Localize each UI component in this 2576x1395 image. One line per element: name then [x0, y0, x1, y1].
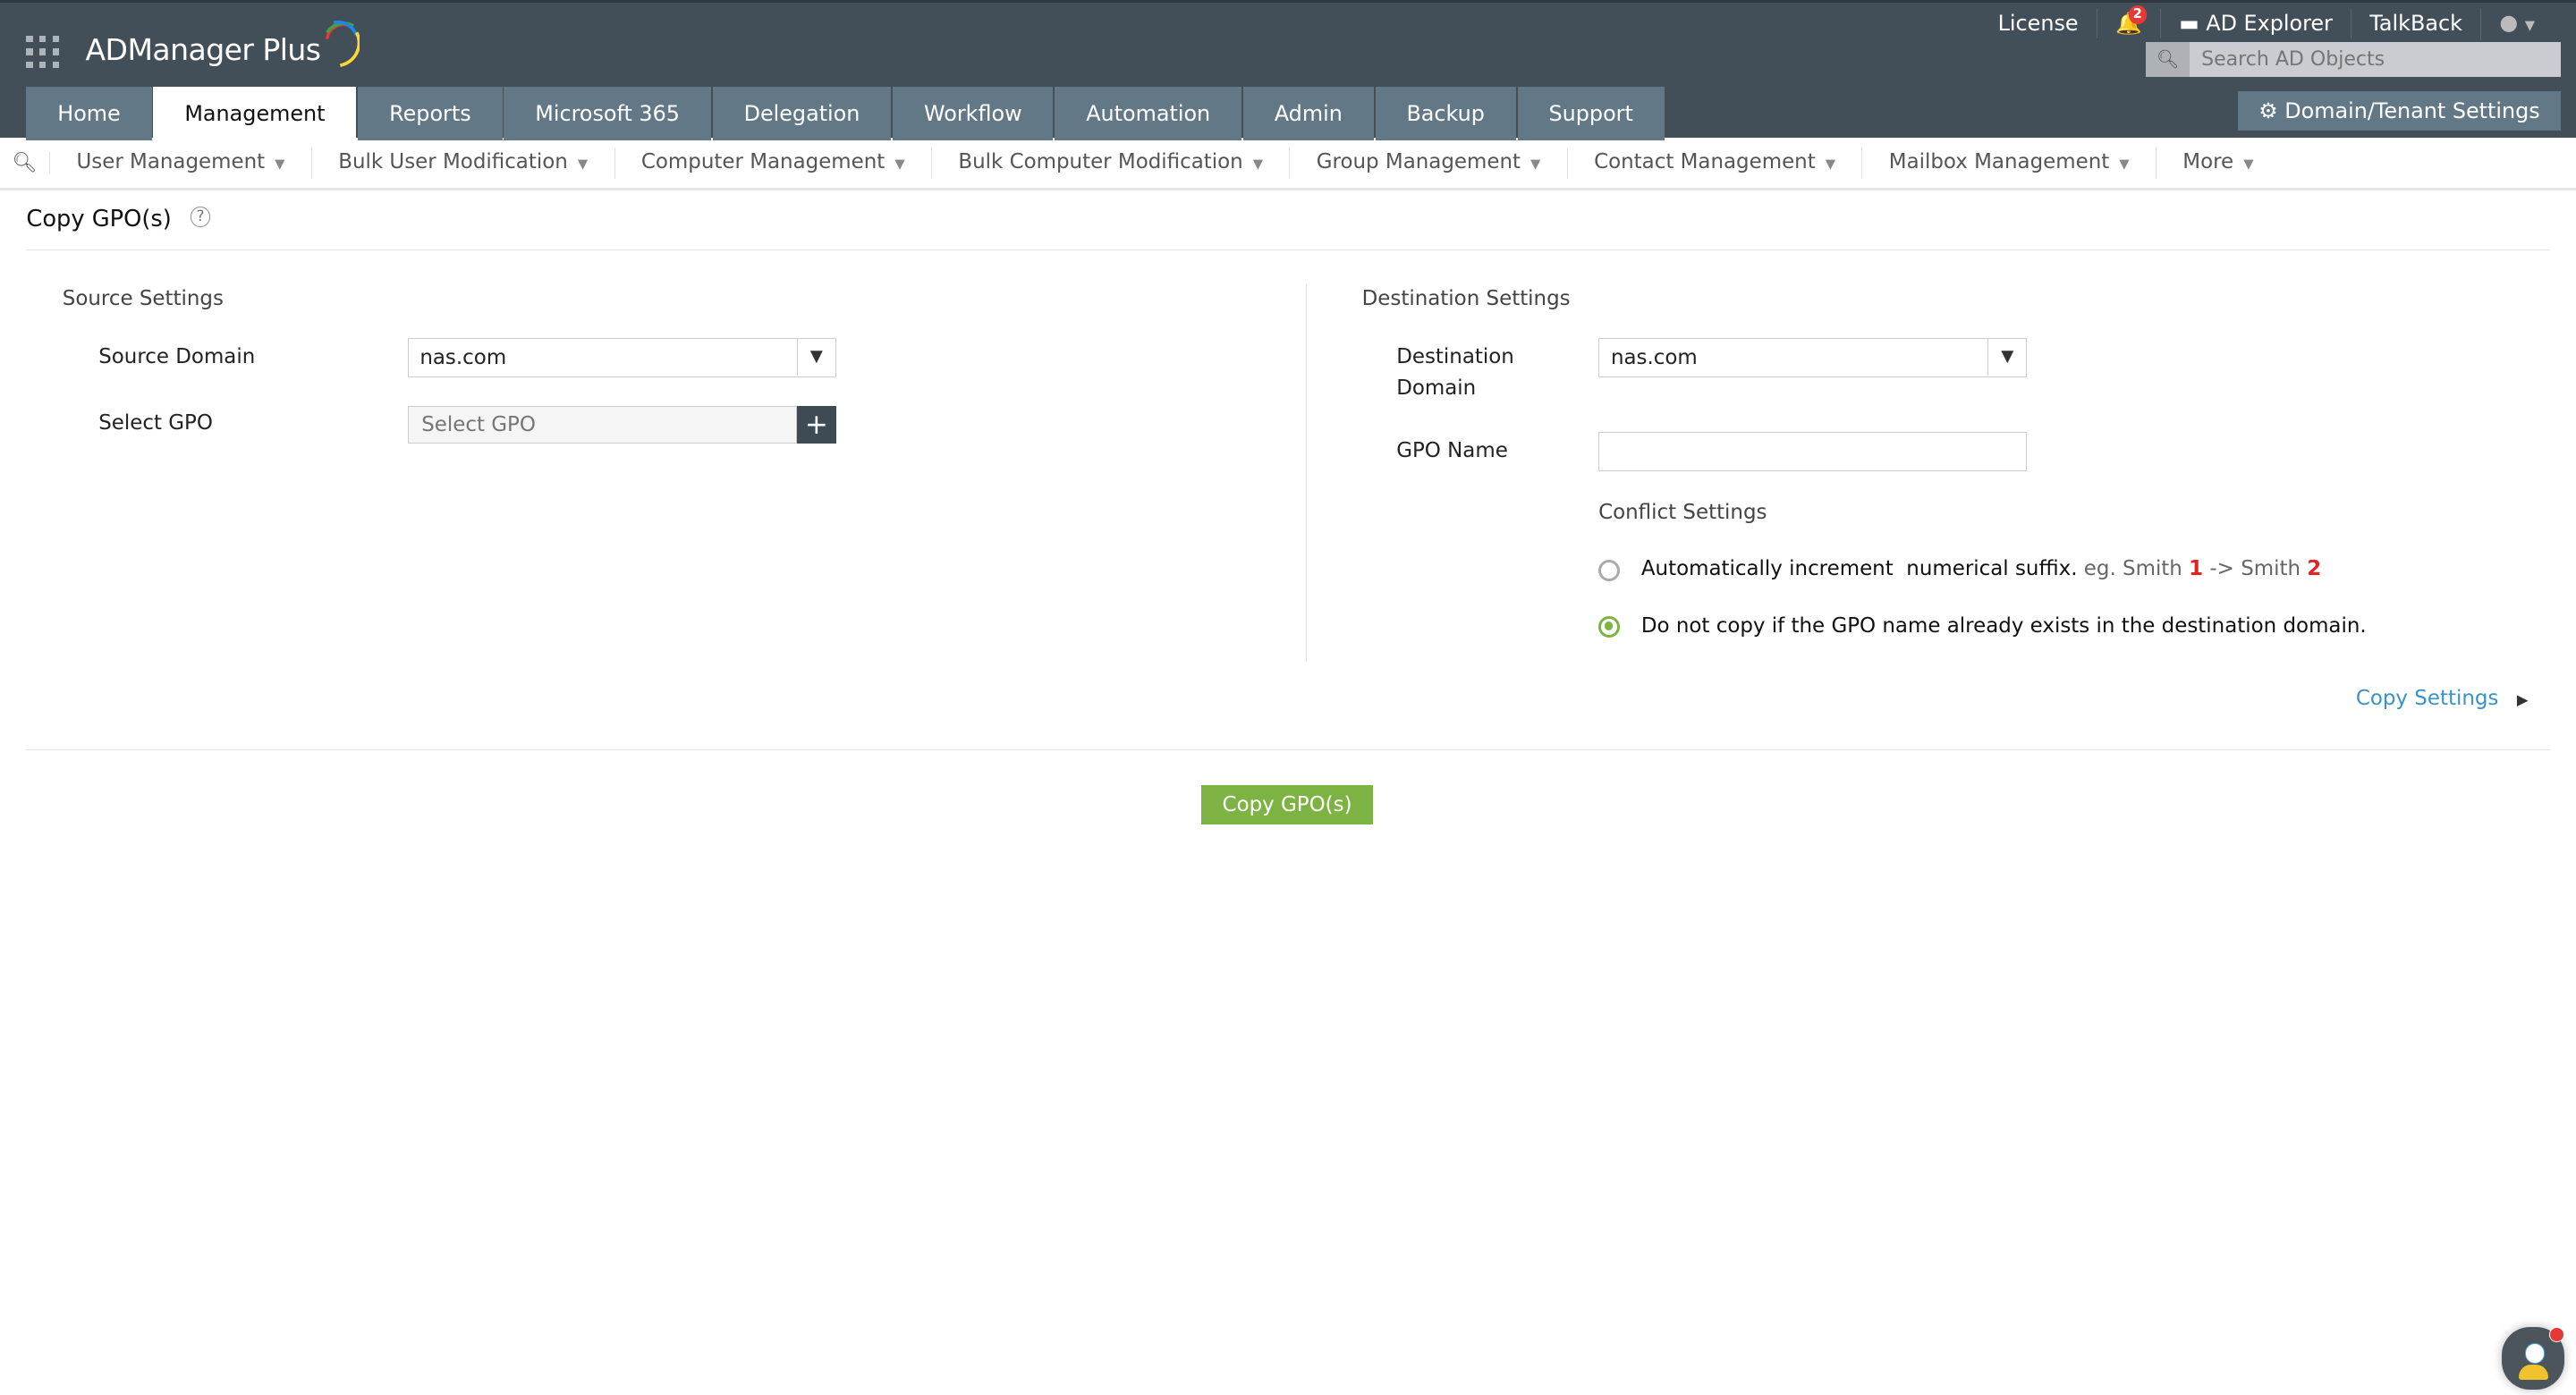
divider — [26, 748, 2550, 750]
gpo-name-input[interactable] — [1598, 432, 2028, 472]
user-icon: ● — [2499, 9, 2519, 35]
caret-down-icon: ▼ — [275, 156, 285, 172]
tab-automation[interactable]: Automation — [1055, 86, 1242, 141]
gpo-name-label: GPO Name — [1396, 438, 1508, 462]
caret-down-icon: ▼ — [577, 156, 589, 172]
menu-search-icon[interactable]: 🔍︎ — [0, 151, 51, 174]
notifications-bell-icon[interactable]: 🔔 2 — [2096, 5, 2160, 39]
destination-settings-heading: Destination Settings — [1361, 287, 1571, 311]
source-domain-select[interactable]: nas.com ▼ — [407, 338, 836, 378]
caret-down-icon: ▼ — [1252, 156, 1264, 172]
subnav-group-management[interactable]: Group Management ▼ — [1290, 147, 1568, 179]
help-icon[interactable]: ? — [191, 207, 211, 227]
copy-settings-link[interactable]: Copy Settings — [2356, 687, 2499, 710]
tab-workflow[interactable]: Workflow — [893, 86, 1054, 141]
auto-increment-label[interactable]: Automatically increment numerical suffix… — [1641, 557, 2321, 580]
domain-tenant-settings-button[interactable]: ⚙ Domain/Tenant Settings — [2237, 91, 2562, 131]
support-agent-body — [2518, 1365, 2548, 1380]
search-input[interactable] — [2190, 46, 2534, 72]
conflict-settings-heading: Conflict Settings — [1598, 501, 1767, 525]
destination-domain-label: Destination Domain — [1396, 345, 1514, 400]
do-not-copy-label[interactable]: Do not copy if the GPO name already exis… — [1641, 614, 2367, 638]
select-gpo-label: Select GPO — [98, 410, 213, 435]
subnav-computer-management[interactable]: Computer Management ▼ — [615, 147, 932, 179]
chat-notification-dot — [2549, 1327, 2565, 1342]
subnav-mailbox-management[interactable]: Mailbox Management ▼ — [1862, 147, 2157, 179]
caret-down-icon: ▼ — [2243, 156, 2254, 172]
destination-domain-select[interactable]: nas.com ▼ — [1598, 338, 2028, 378]
tab-backup[interactable]: Backup — [1375, 86, 1516, 141]
talkback-link[interactable]: TalkBack — [2351, 9, 2480, 39]
gear-icon: ⚙ — [2258, 98, 2278, 124]
app-grid-icon[interactable] — [26, 35, 60, 69]
tab-microsoft-365[interactable]: Microsoft 365 — [504, 86, 711, 141]
subnav-bulk-computer-modification[interactable]: Bulk Computer Modification ▼ — [932, 147, 1291, 179]
source-domain-label: Source Domain — [98, 345, 256, 369]
chevron-down-icon: ▼ — [2524, 17, 2536, 33]
tab-management[interactable]: Management — [153, 86, 357, 141]
page-title: Copy GPO(s) — [26, 205, 172, 232]
copy-gpo-button[interactable]: Copy GPO(s) — [1200, 784, 1374, 825]
tab-support[interactable]: Support — [1517, 86, 1665, 141]
subnav-user-management[interactable]: User Management ▼ — [50, 147, 312, 179]
support-chat-button[interactable] — [2502, 1327, 2565, 1390]
app-logo[interactable]: ADManager Plus — [86, 20, 360, 67]
caret-down-icon: ▼ — [2119, 156, 2130, 172]
tab-home[interactable]: Home — [26, 86, 152, 141]
ad-objects-search: 🔍︎ — [2145, 42, 2562, 77]
auto-increment-radio[interactable] — [1598, 560, 1620, 582]
ad-explorer-link[interactable]: ▬ AD Explorer — [2159, 9, 2351, 39]
chevron-down-icon[interactable]: ▼ — [796, 339, 835, 376]
select-gpo-field: + — [407, 405, 836, 444]
caret-right-icon[interactable]: ▶ — [2517, 691, 2529, 708]
subnav-more[interactable]: More ▼ — [2157, 148, 2280, 179]
caret-down-icon: ▼ — [1825, 156, 1836, 172]
caret-down-icon: ▼ — [1530, 156, 1541, 172]
subnav-bulk-user-modification[interactable]: Bulk User Modification ▼ — [312, 147, 615, 179]
tab-reports[interactable]: Reports — [358, 86, 503, 141]
main-tabs: Home Management Reports Microsoft 365 De… — [26, 86, 1665, 141]
do-not-copy-radio[interactable] — [1598, 615, 1620, 638]
divider — [26, 249, 2550, 250]
license-link[interactable]: License — [1979, 9, 2096, 38]
add-gpo-button[interactable]: + — [796, 405, 836, 444]
chevron-down-icon[interactable]: ▼ — [1987, 339, 2026, 376]
user-avatar-menu[interactable]: ● ▼ — [2480, 7, 2553, 40]
subnav-contact-management[interactable]: Contact Management ▼ — [1568, 147, 1863, 179]
search-icon[interactable]: 🔍︎ — [2145, 42, 2190, 77]
logo-arc-icon — [325, 20, 360, 67]
support-agent-icon — [2524, 1343, 2546, 1364]
notification-badge: 2 — [2128, 5, 2147, 24]
source-settings-heading: Source Settings — [62, 287, 224, 311]
column-divider — [1306, 283, 1307, 663]
top-header: ADManager Plus License 🔔 2 ▬ AD Explorer … — [0, 0, 2576, 141]
folder-icon: ▬ — [2179, 11, 2207, 36]
caret-down-icon: ▼ — [894, 156, 905, 172]
select-gpo-input[interactable] — [407, 405, 797, 444]
sub-navigation: 🔍︎ User Management ▼ Bulk User Modificati… — [0, 138, 2576, 191]
tab-delegation[interactable]: Delegation — [712, 86, 892, 141]
tab-admin[interactable]: Admin — [1242, 86, 1374, 141]
